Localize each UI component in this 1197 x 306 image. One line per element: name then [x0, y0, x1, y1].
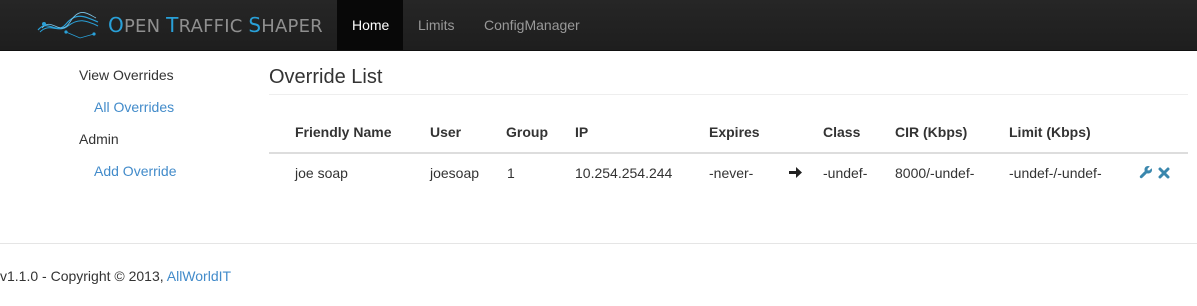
cell-expires: -never-: [709, 165, 754, 181]
column-header-class: Class: [823, 124, 861, 140]
brand[interactable]: OPEN TRAFFIC SHAPER: [36, 10, 323, 40]
cell-ip: 10.254.254.244: [575, 165, 673, 181]
brand-title: OPEN TRAFFIC SHAPER: [108, 13, 323, 37]
wrench-icon[interactable]: [1139, 165, 1153, 182]
footer: v1.1.0 - Copyright © 2013, AllWorldIT: [0, 243, 1197, 284]
column-header-ip: IP: [575, 124, 589, 140]
network-waves-logo-icon: [36, 10, 100, 40]
nav-configmanager[interactable]: ConfigManager: [469, 0, 595, 50]
copyright-text: v1.1.0 - Copyright © 2013,: [0, 268, 167, 284]
nav-limits[interactable]: Limits: [403, 0, 470, 50]
row-actions: [1139, 165, 1170, 182]
column-header-limit: Limit (Kbps): [1009, 124, 1091, 140]
sidebar-header-view-overrides: View Overrides: [79, 67, 174, 83]
footer-text: v1.1.0 - Copyright © 2013, AllWorldIT: [0, 268, 231, 284]
sidebar-link-add-override[interactable]: Add Override: [94, 163, 176, 179]
arrow-right-icon: [788, 166, 803, 182]
remove-icon[interactable]: [1158, 166, 1170, 182]
nav-home[interactable]: Home: [337, 0, 403, 50]
sidebar-link-all-overrides[interactable]: All Overrides: [94, 99, 174, 115]
cell-group: 1: [507, 165, 515, 181]
override-table: Friendly Name User Group IP Expires Clas…: [269, 114, 1188, 193]
cell-friendly-name: joe soap: [295, 165, 348, 181]
column-header-cir: CIR (Kbps): [895, 124, 968, 140]
column-header-friendly-name: Friendly Name: [295, 124, 392, 140]
sidebar-header-admin: Admin: [79, 131, 119, 147]
footer-link-allworldit[interactable]: AllWorldIT: [167, 268, 231, 284]
table-header-row: Friendly Name User Group IP Expires Clas…: [269, 114, 1188, 154]
cell-cir: 8000/-undef-: [895, 165, 975, 181]
table-row: joe soap joesoap 1 10.254.254.244 -never…: [269, 154, 1188, 193]
column-header-user: User: [430, 124, 462, 140]
cell-limit: -undef-/-undef-: [1009, 165, 1102, 181]
column-header-expires: Expires: [709, 124, 760, 140]
cell-class: -undef-: [823, 165, 868, 181]
column-header-group: Group: [506, 124, 548, 140]
page-title: Override List: [269, 66, 1188, 95]
navbar: OPEN TRAFFIC SHAPER Home Limits ConfigMa…: [0, 0, 1197, 51]
cell-user: joesoap: [430, 165, 480, 181]
